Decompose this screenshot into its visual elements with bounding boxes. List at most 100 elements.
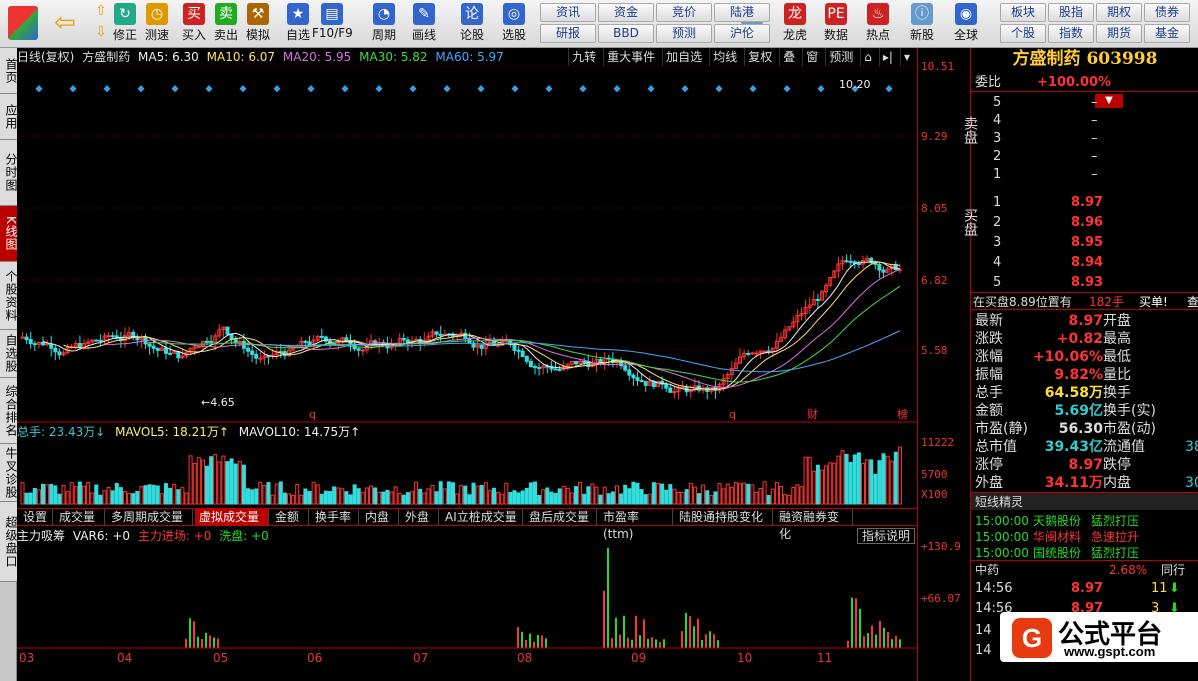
volume-bar [783,494,788,505]
indicator-tab-2[interactable]: 多周期成交量 [107,509,193,526]
toolbar-btn-right_row2-2[interactable]: 期货 [1096,24,1142,43]
toolbar-pe-button[interactable]: PE 数据 [816,2,856,46]
volume-bar [377,491,382,505]
sell-level-row[interactable]: 1– [971,166,1198,184]
toolbar-btn-right_row2-1[interactable]: 指数 [1048,24,1094,43]
event-marker[interactable]: q [309,408,316,421]
toolbar-btn-right_row1-3[interactable]: 债券 [1144,3,1190,22]
indicator-tab-10[interactable]: 市盈率(ttm) [599,509,673,541]
left-tab-4[interactable]: 个股资料 [0,262,18,330]
toolbar-btn-buttons_row2-0[interactable]: 研报 [540,24,596,43]
stat-value: 8.97 [1068,313,1103,329]
app-logo[interactable] [8,6,38,40]
indicator-tab-7[interactable]: 外盘 [401,509,439,526]
buy-level-row[interactable]: 1 8.97 [971,194,1198,212]
toolbar-period-button[interactable]: ◔ 周期 [364,2,404,46]
indicator-tab-4[interactable]: 金额 [271,509,309,526]
volume-bar [49,483,54,505]
volume-bar [885,455,890,505]
indicator-tab-11[interactable]: 陆股通持股变化 [675,509,773,526]
signal-marker [579,85,587,93]
volume-bar [344,491,349,505]
indicator-tab-3[interactable]: 虚拟成交量 [195,509,269,526]
indicator-bar [205,632,207,648]
signal-marker [885,85,893,93]
indicator-tab-6[interactable]: 内盘 [361,509,399,526]
buy-level-row[interactable]: 5 8.93 [971,274,1198,292]
toolbar-btn-right_row2-3[interactable]: 基金 [1144,24,1190,43]
toolbar-clock-button[interactable]: ◷ 测速 [137,2,177,46]
indicator-tab-9[interactable]: 盘后成交量 [525,509,597,526]
indicator-tab-8[interactable]: AI立桩成交量 [441,509,523,526]
left-tab-7[interactable]: 牛叉诊股 [0,444,18,502]
toolbar-btn-buttons_row1-1[interactable]: 资金 [598,3,654,22]
discuss-icon: 论 [461,3,483,25]
signal-marker [239,85,247,93]
sell-level-row[interactable]: 2– [971,148,1198,166]
candle-body [209,340,214,343]
sell-level-row[interactable]: 4– [971,112,1198,130]
toolbar-btn-buttons_row2-3[interactable]: 沪伦 [714,24,770,43]
left-tab-5[interactable]: 自选股 [0,330,18,378]
kline-svg[interactable]: 10.20 ←4.65 q q 财 榜 [17,48,917,681]
indicator-help-button[interactable]: 指标说明 [857,528,915,544]
indicator-tab-5[interactable]: 换手率 [311,509,359,526]
left-tab-2[interactable]: 分时图 [0,140,18,206]
sell-level-row[interactable]: 5– [971,94,1198,112]
candle-body [147,343,152,347]
toolbar-btn-buttons_row2-2[interactable]: 预测 [656,24,712,43]
toolbar-btn-buttons_row2-1[interactable]: BBD [598,24,654,43]
toolbar-btn-right_row1-1[interactable]: 股指 [1048,3,1094,22]
buy-level-row[interactable]: 4 8.94 [971,254,1198,272]
volume-bar [442,488,447,505]
toolbar-btn-buttons_row1-3[interactable]: 陆港 [714,3,770,22]
toolbar-ipo-button[interactable]: ⓘ 新股 [902,2,942,46]
buy-level-row[interactable]: 2 8.96 [971,214,1198,232]
volume-bar [553,493,558,505]
candle-body [110,335,115,338]
indicator-tab-12[interactable]: 融资融券变化 [775,509,853,541]
back-button[interactable]: ⇦ [50,6,80,40]
left-tab-8[interactable]: 超级盘口 [0,502,18,582]
toolbar-btn-right_row2-0[interactable]: 个股 [1000,24,1046,43]
event-marker[interactable]: 榜 [897,407,908,421]
candle-body [672,391,677,394]
indicator-tab-1[interactable]: 成交量 [55,509,105,526]
volume-bar [697,493,701,505]
toolbar-select-button[interactable]: ◎ 选股 [494,2,534,46]
buy-level-row[interactable]: 3 8.95 [971,234,1198,252]
toolbar-hammer-button[interactable]: ⚒ 模拟 [238,2,278,46]
volume-bar [287,493,291,505]
candle-body [49,343,54,349]
toolbar-btn-right_row1-0[interactable]: 板块 [1000,3,1046,22]
left-tab-3[interactable]: K线图 [0,206,18,262]
toolbar-btn-buttons_row1-0[interactable]: 资讯 [540,3,596,22]
indicator-bar [643,619,645,648]
left-tab-1[interactable]: 应用 [0,94,18,140]
toolbar-pencil-button[interactable]: ✎ 画线 [404,2,444,46]
volume-bar [118,487,123,505]
indicator-bar [693,626,695,648]
toolbar-dragon-button[interactable]: 龙龙虎 [775,2,815,46]
toolbar-btn-right_row1-2[interactable]: 期权 [1096,3,1142,22]
toolbar-btn-buttons_row1-2[interactable]: 竞价 [656,3,712,22]
event-marker[interactable]: 财 [807,407,818,421]
volume-bar [24,492,29,505]
indicator-tab-0[interactable]: 设置 [19,509,53,526]
toolbar-discuss-button[interactable]: 论论股 [452,2,492,46]
event-marker[interactable]: q [729,408,736,421]
toolbar-fire-button[interactable]: ♨ 热点 [858,2,898,46]
volume-bar [254,488,259,505]
left-tab-0[interactable]: 首页 [0,48,18,94]
candle-body [438,333,443,337]
toolbar-globe-button[interactable]: ◉ 全球 [946,2,986,46]
kline-chart-area[interactable]: 日线(复权) 方盛制药 MA5: 6.30 MA10: 6.07 MA20: 5… [17,48,917,681]
sell-level-row[interactable]: 3– [971,130,1198,148]
volume-bar [709,494,714,505]
fire-icon: ♨ [867,3,889,25]
left-tab-6[interactable]: 综合排名 [0,378,18,444]
volume-bar [340,488,345,505]
volume-bar [582,493,587,505]
toolbar-f10-button[interactable]: ▤ F10/F9 [312,2,353,46]
indicator-bar [209,635,211,648]
